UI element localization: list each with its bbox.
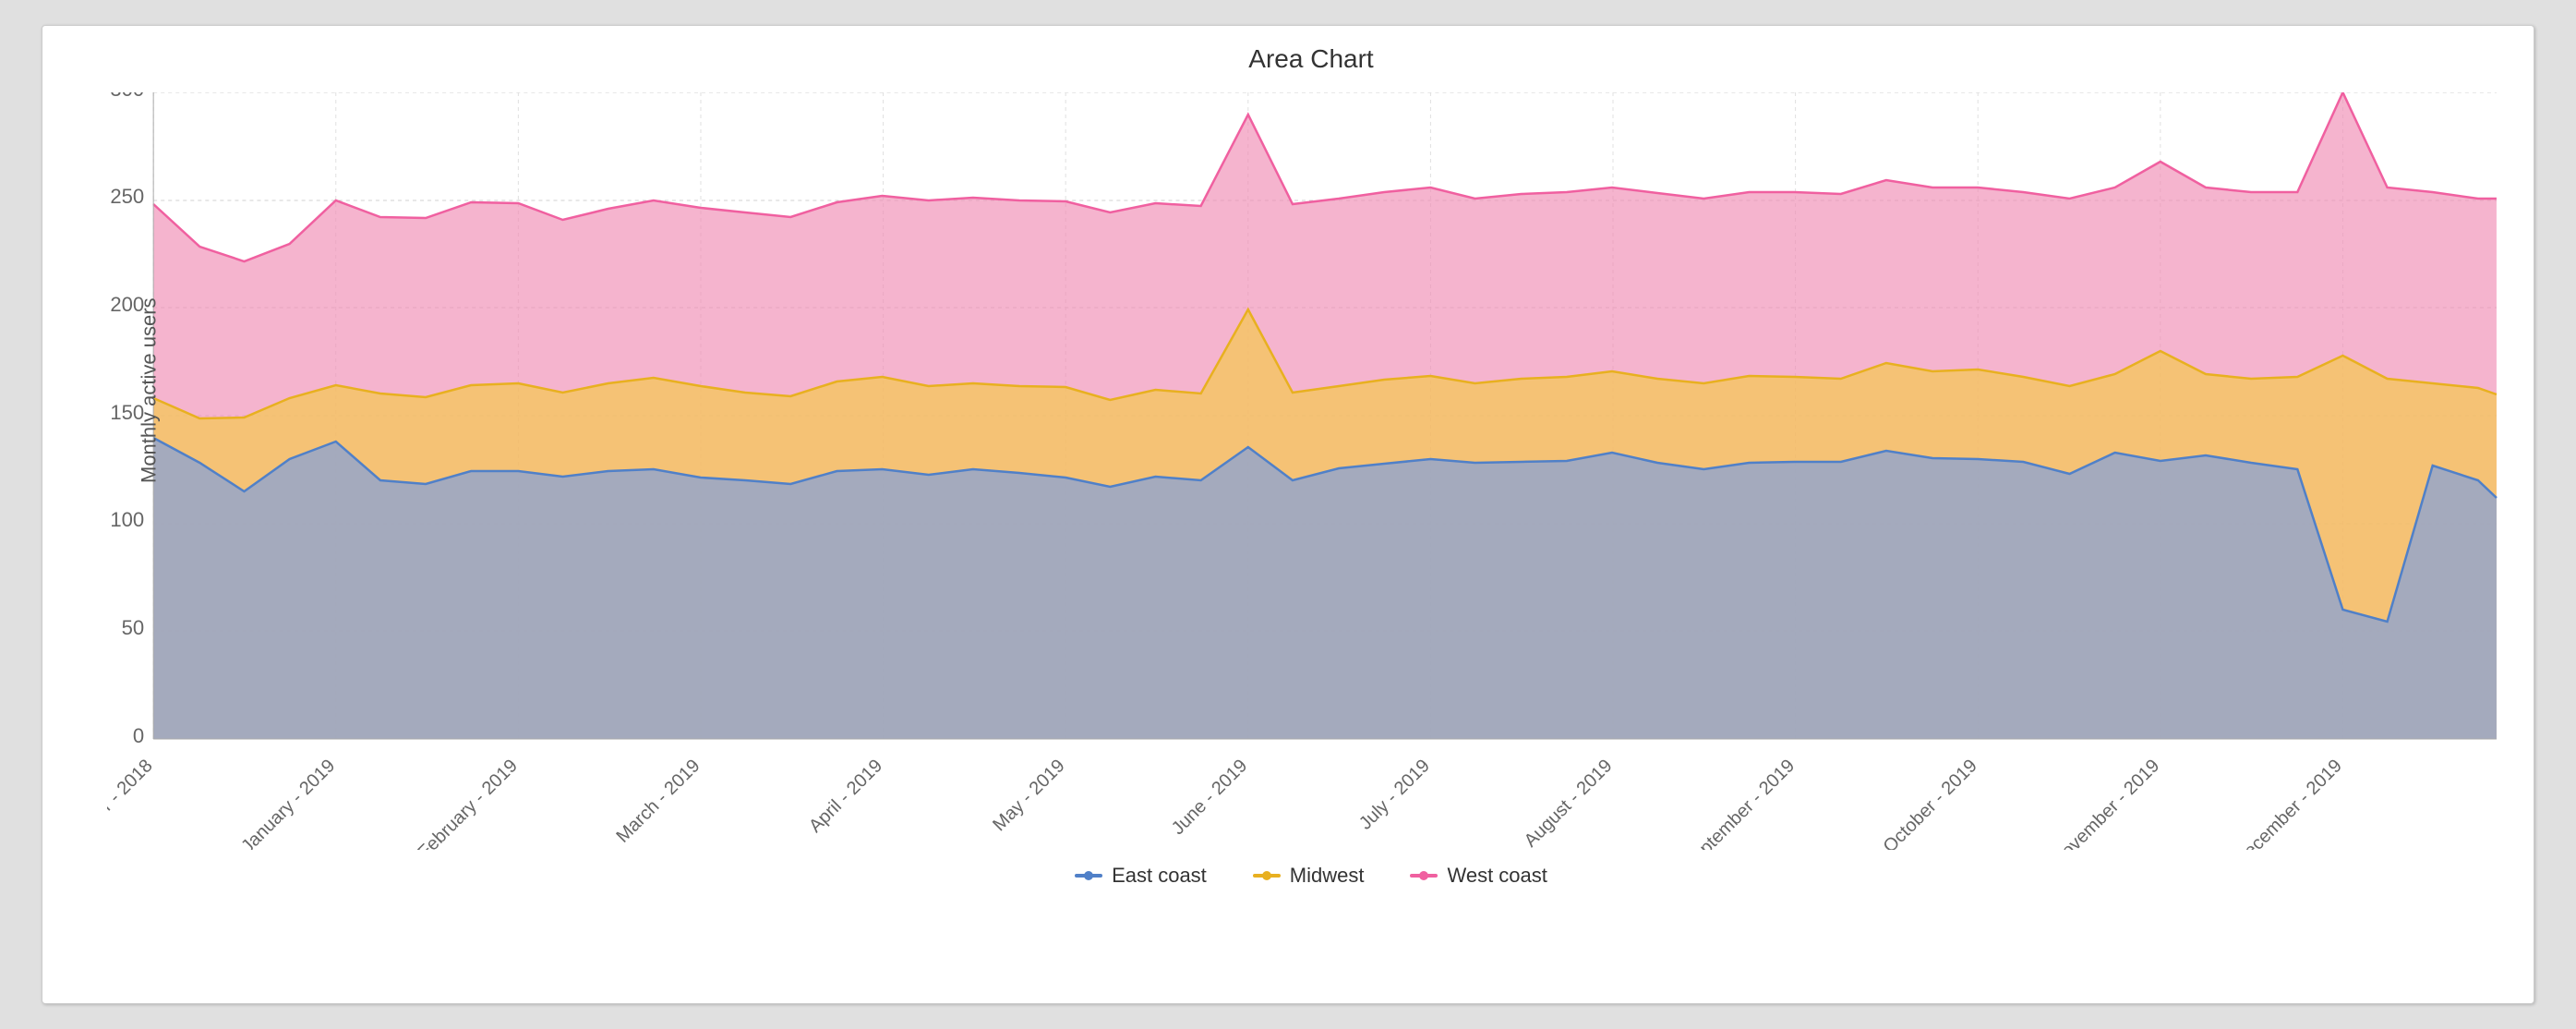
- svg-text:50: 50: [122, 616, 145, 639]
- legend-west-coast-label: West coast: [1447, 864, 1547, 888]
- svg-text:February - 2019: February - 2019: [414, 756, 521, 850]
- svg-text:October - 2019: October - 2019: [1880, 756, 1981, 850]
- svg-text:January - 2019: January - 2019: [237, 756, 339, 850]
- svg-text:March - 2019: March - 2019: [612, 756, 704, 847]
- chart-title: Area Chart: [107, 44, 2515, 74]
- svg-text:June - 2019: June - 2019: [1168, 756, 1251, 839]
- legend-west-coast: West coast: [1410, 864, 1547, 888]
- svg-text:250: 250: [110, 185, 144, 208]
- svg-text:August - 2019: August - 2019: [1521, 756, 1617, 850]
- chart-legend: East coast Midwest West coast: [107, 864, 2515, 888]
- svg-text:300: 300: [110, 92, 144, 101]
- svg-text:July - 2019: July - 2019: [1355, 756, 1434, 834]
- svg-text:0: 0: [133, 724, 144, 747]
- legend-east-coast: East coast: [1075, 864, 1207, 888]
- svg-text:December - 2018: December - 2018: [107, 756, 157, 850]
- legend-east-coast-label: East coast: [1112, 864, 1207, 888]
- chart-container: Area Chart Monthly active users: [42, 25, 2534, 1004]
- legend-midwest: Midwest: [1253, 864, 1365, 888]
- legend-midwest-label: Midwest: [1290, 864, 1365, 888]
- svg-text:April - 2019: April - 2019: [805, 756, 886, 837]
- east-coast-area: [153, 438, 2497, 739]
- svg-text:May - 2019: May - 2019: [989, 756, 1068, 835]
- chart-area: Monthly active users: [107, 92, 2515, 850]
- svg-text:September - 2019: September - 2019: [1679, 756, 1799, 850]
- y-axis-label: Monthly active users: [137, 297, 161, 483]
- svg-text:November - 2019: November - 2019: [2048, 756, 2163, 850]
- svg-text:100: 100: [110, 508, 144, 531]
- main-chart-svg: 0 50 100 150 200 250 300 December - 2018…: [107, 92, 2515, 850]
- svg-text:December - 2019: December - 2019: [2231, 756, 2346, 850]
